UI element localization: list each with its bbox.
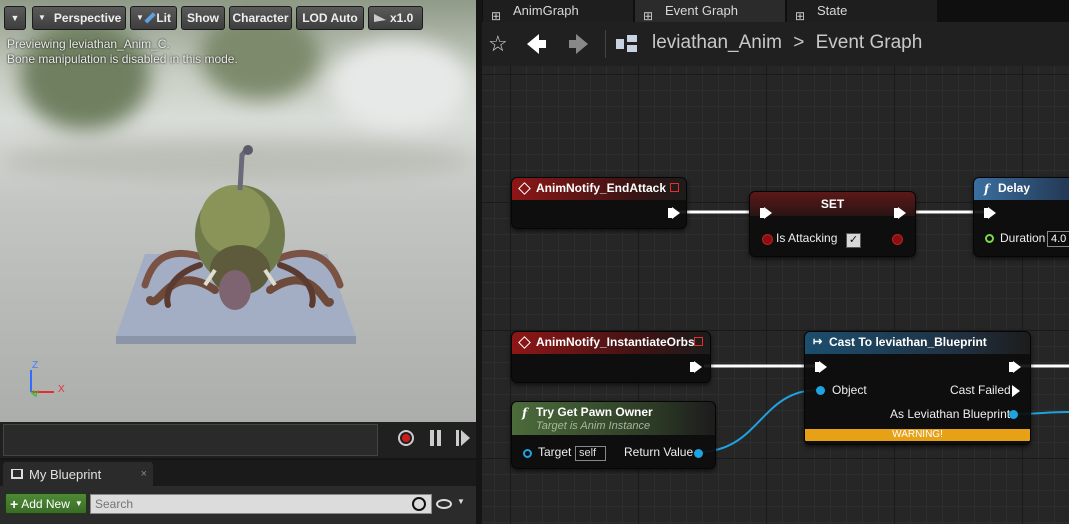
bool-out-pin[interactable] — [892, 234, 903, 245]
node-title: AnimNotify_EndAttack — [536, 181, 667, 195]
exec-out-pin[interactable] — [894, 207, 906, 219]
node-header: f Try Get Pawn Owner Target is Anim Inst… — [512, 402, 715, 435]
anim-notify-end-attack-node[interactable]: AnimNotify_EndAttack — [511, 177, 687, 229]
delegate-pin-icon[interactable] — [670, 183, 679, 192]
node-subtitle: Target is Anim Instance — [536, 420, 651, 432]
function-icon: f — [522, 406, 528, 420]
object-pin-label: Object — [832, 383, 867, 397]
target-label: Target — [538, 445, 572, 459]
delegate-pin-icon[interactable] — [694, 337, 703, 346]
set-is-attacking-node[interactable]: SET Is Attacking ✓ — [749, 191, 916, 257]
anim-notify-instantiate-orbs-node[interactable]: AnimNotify_InstantiateOrbs — [511, 331, 711, 383]
cast-arrows-icon: ↦ — [813, 336, 823, 348]
is-attacking-label: Is Attacking — [776, 231, 838, 245]
node-header: SET — [750, 192, 915, 216]
duration-input[interactable]: 4.0 — [1047, 231, 1069, 247]
as-leviathan-blueprint-label: As Leviathan Blueprint — [890, 407, 1011, 421]
node-title: Cast To leviathan_Blueprint — [829, 335, 987, 349]
node-title: SET — [820, 197, 845, 211]
cast-to-leviathan-blueprint-node[interactable]: ↦ Cast To leviathan_Blueprint Object Cas… — [804, 331, 1031, 445]
exec-out-pin[interactable] — [668, 207, 680, 219]
object-in-pin[interactable] — [816, 386, 825, 395]
exec-out-pin[interactable] — [1009, 361, 1021, 373]
node-header: f Delay — [974, 178, 1069, 200]
node-header: AnimNotify_EndAttack — [512, 178, 686, 200]
function-icon: f — [984, 182, 990, 196]
try-get-pawn-owner-node[interactable]: f Try Get Pawn Owner Target is Anim Inst… — [511, 401, 716, 469]
warning-label: WARNING! — [892, 429, 943, 440]
exec-in-pin[interactable] — [815, 361, 827, 373]
node-header: ↦ Cast To leviathan_Blueprint — [805, 332, 1030, 354]
is-attacking-checkbox[interactable]: ✓ — [846, 233, 861, 248]
node-title: Delay — [998, 181, 1031, 195]
event-diamond-icon — [518, 336, 531, 349]
target-in-pin[interactable] — [523, 449, 532, 458]
object-out-pin[interactable] — [1009, 410, 1018, 419]
event-diamond-icon — [518, 182, 531, 195]
exec-in-pin[interactable] — [760, 207, 772, 219]
return-value-pin[interactable] — [694, 449, 703, 458]
node-title: AnimNotify_InstantiateOrbs — [536, 335, 695, 349]
warning-bar: WARNING! — [805, 429, 1030, 441]
return-value-label: Return Value — [624, 445, 694, 459]
exec-in-pin[interactable] — [984, 207, 996, 219]
exec-out-pin[interactable] — [690, 361, 702, 373]
delay-node[interactable]: f Delay Duration 4.0 — [973, 177, 1069, 257]
cast-failed-label: Cast Failed — [950, 383, 1011, 397]
bool-in-pin[interactable] — [762, 234, 773, 245]
duration-label: Duration — [1000, 231, 1046, 245]
node-header: AnimNotify_InstantiateOrbs — [512, 332, 710, 354]
cast-failed-exec-pin[interactable] — [1012, 385, 1020, 397]
float-in-pin[interactable] — [985, 234, 994, 243]
target-self-field[interactable]: self — [575, 446, 606, 461]
